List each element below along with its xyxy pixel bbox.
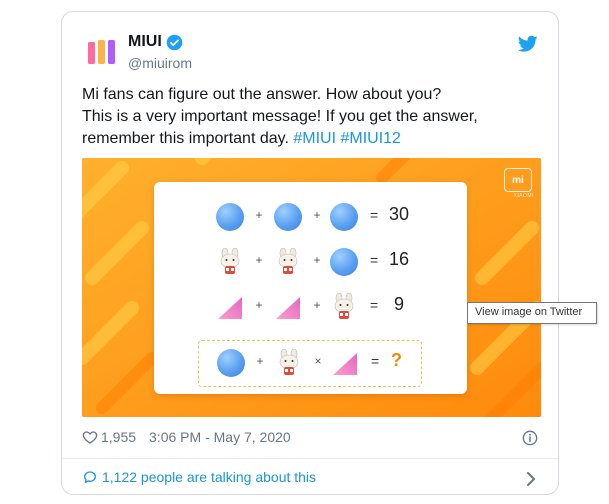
triangle-icon [333,353,357,375]
operator: × [314,354,322,368]
speech-bubble-icon [84,471,96,483]
ball-icon [217,349,245,377]
hashtag-miui[interactable]: #MIUI [293,130,336,147]
equals-sign: = [370,252,379,268]
operator: + [255,253,263,267]
equals-sign: = [370,297,379,313]
tweet-text-line: Mi fans can figure out the answer. How a… [82,86,442,103]
mi-logo-subtext: XIAOMI [513,193,534,199]
triangle-icon [218,297,242,319]
equals-sign: = [370,207,379,223]
verified-badge-icon [166,34,183,50]
tweet-card: MIUI @miuirom Mi fans can figure out the… [61,11,559,495]
equation-row-3: + + = 9 [154,290,467,324]
question-mark: ? [391,350,402,370]
display-name[interactable]: MIUI [128,33,162,51]
tweet-timestamp[interactable]: 3:06 PM - May 7, 2020 [149,429,291,445]
equals-sign: = [371,353,380,369]
tweet-text-fragment: remember this important day. [82,130,294,147]
divider [62,458,558,459]
equation-result: 30 [389,204,410,224]
chevron-right-icon[interactable] [526,472,536,486]
display-name-row[interactable]: MIUI [128,33,183,51]
hashtag-miui12[interactable]: #MIUI12 [340,130,400,147]
equation-row-2: + + = 16 [154,245,467,279]
bunny-icon [278,248,298,274]
tweet-text-line: This is a very important message! If you… [82,108,478,125]
like-count[interactable]: 1,955 [101,429,136,445]
tweet-meta: 1,955 3:06 PM - May 7, 2020 [82,429,291,445]
equation-row-1: + + = 30 [154,200,467,234]
operator: + [313,298,321,312]
ball-icon [330,248,358,276]
info-icon[interactable] [522,430,538,446]
tweet-header: MIUI @miuirom [82,29,538,73]
puzzle-panel: + + = 30 + + = 16 + + = 9 + × = ? [154,182,467,394]
ball-icon [274,203,302,231]
mi-logo-icon: mi [504,168,532,192]
heart-icon[interactable] [82,429,98,445]
operator: + [313,208,321,222]
operator: + [255,298,263,312]
operator: + [255,208,263,222]
equation-result: 16 [389,249,410,269]
image-tooltip: View image on Twitter [467,302,597,324]
operator: + [313,253,321,267]
ball-icon [216,203,244,231]
twitter-bird-icon[interactable] [518,35,538,53]
tweet-media-image[interactable]: mi XIAOMI + + = 30 + + = 16 + + = 9 + × … [82,158,541,417]
miui-logo-icon[interactable] [82,32,122,72]
bunny-icon [279,349,299,375]
tweet-text-line: remember this important day. #MIUI #MIUI… [82,128,542,150]
operator: + [256,354,264,368]
ball-icon [330,203,358,231]
tweet-text: Mi fans can figure out the answer. How a… [82,84,542,150]
conversation-link[interactable]: 1,122 people are talking about this [82,469,316,485]
conversation-text[interactable]: 1,122 people are talking about this [102,469,316,485]
user-handle[interactable]: @miuirom [128,55,192,71]
equation-result: 9 [394,294,405,314]
equation-row-4: + × = ? [155,346,468,380]
bunny-icon [220,248,240,274]
triangle-icon [276,297,300,319]
bunny-icon [334,293,354,319]
question-box: + × = ? [198,340,422,387]
